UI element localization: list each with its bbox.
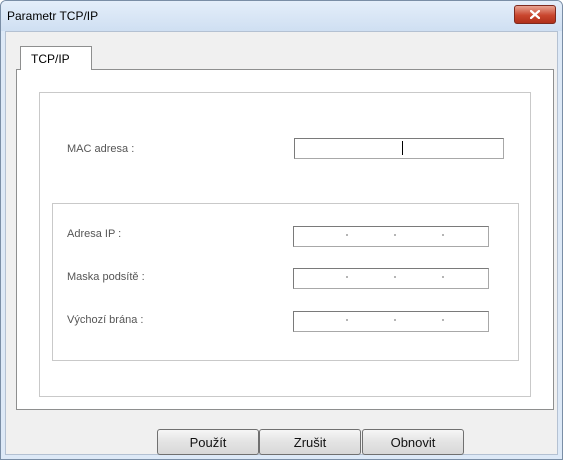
restore-button[interactable]: Obnovit <box>362 429 464 455</box>
octet-separator <box>346 276 348 278</box>
apply-button[interactable]: Použít <box>157 429 259 455</box>
subnet-mask-field[interactable] <box>293 268 489 289</box>
tab-label: TCP/IP <box>31 52 70 66</box>
tab-panel: MAC adresa : Adresa IP : Maska podsítě : <box>16 69 554 410</box>
ip-settings-group: Adresa IP : Maska podsítě : Výchozí brán… <box>52 203 519 361</box>
settings-group: MAC adresa : Adresa IP : Maska podsítě : <box>39 92 531 397</box>
title-bar[interactable]: Parametr TCP/IP <box>1 1 562 31</box>
default-gateway-field[interactable] <box>293 311 489 332</box>
octet-separator <box>394 234 396 236</box>
subnet-mask-label: Maska podsítě : <box>67 271 145 283</box>
cancel-button[interactable]: Zrušit <box>259 429 361 455</box>
octet-separator <box>346 234 348 236</box>
mac-address-field[interactable] <box>294 138 504 159</box>
dialog-body: TCP/IP MAC adresa : Adresa IP : Maska po… <box>5 31 558 455</box>
close-button[interactable] <box>514 5 556 24</box>
octet-separator <box>394 276 396 278</box>
octet-separator <box>442 276 444 278</box>
octet-separator <box>442 234 444 236</box>
ip-address-field[interactable] <box>293 226 489 247</box>
close-icon <box>530 10 540 19</box>
tab-tcpip[interactable]: TCP/IP <box>20 46 92 70</box>
text-caret <box>402 141 403 155</box>
ip-address-label: Adresa IP : <box>67 228 122 240</box>
octet-separator <box>442 319 444 321</box>
octet-separator <box>394 319 396 321</box>
mac-address-label: MAC adresa : <box>67 143 135 155</box>
default-gateway-label: Výchozí brána : <box>67 314 144 326</box>
octet-separator <box>346 319 348 321</box>
tcpip-dialog: Parametr TCP/IP TCP/IP MAC adresa : Adre… <box>0 0 563 460</box>
window-title: Parametr TCP/IP <box>7 9 99 23</box>
